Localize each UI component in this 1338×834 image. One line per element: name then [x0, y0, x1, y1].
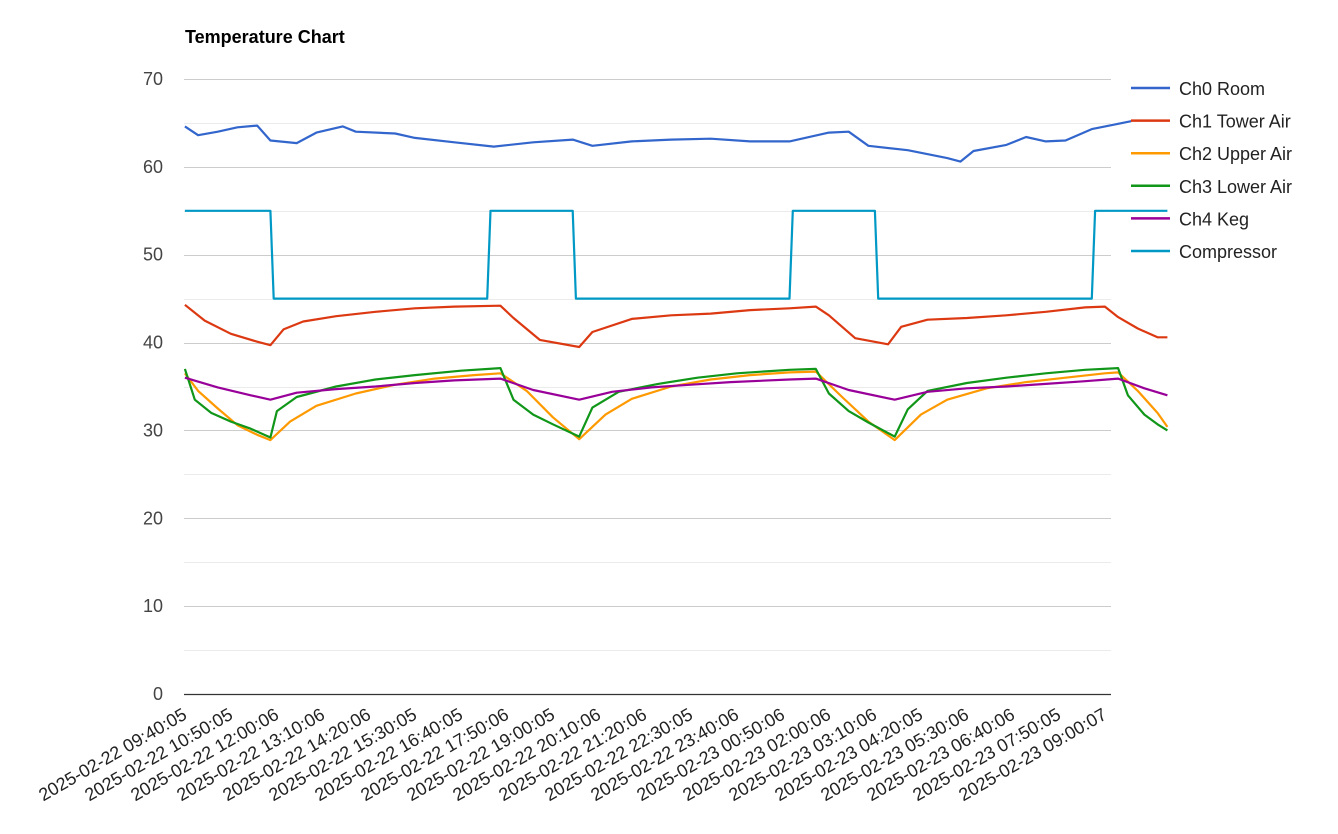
y-tick-label: 0	[153, 684, 163, 704]
legend: Ch0 Room Ch1 Tower Air Ch2 Upper Air Ch3 Lo…	[1131, 79, 1292, 262]
y-tick-label: 40	[143, 333, 163, 353]
chart-title: Temperature Chart	[185, 27, 345, 47]
series-line-ch3-lower-air	[183, 367, 1168, 439]
y-tick-label: 20	[143, 508, 163, 528]
y-tick-label: 60	[143, 157, 163, 177]
series-line-compressor	[184, 209, 1168, 300]
x-axis-ticks: 2025-02-22 09:40:052025-02-22 10:50:0520…	[35, 704, 1110, 805]
y-tick-label: 50	[143, 245, 163, 265]
legend-label: Ch0 Room	[1179, 79, 1265, 99]
y-tick-label: 30	[143, 420, 163, 440]
series-line-ch0-room	[184, 120, 1132, 163]
y-tick-label: 70	[143, 69, 163, 89]
legend-label: Ch4 Keg	[1179, 209, 1249, 229]
y-axis-ticks: 0 10 20 30 40 50 60 70	[143, 69, 163, 704]
temperature-line-chart: Temperature Chart 0 10 20 30 40 50 60 70 2025-0…	[35, 27, 1292, 805]
legend-label: Ch3 Lower Air	[1179, 177, 1292, 197]
series-lines	[183, 120, 1169, 442]
y-tick-label: 10	[143, 596, 163, 616]
legend-label: Ch1 Tower Air	[1179, 112, 1291, 132]
gridlines	[184, 79, 1111, 651]
legend-label: Ch2 Upper Air	[1179, 144, 1292, 164]
legend-label: Compressor	[1179, 242, 1277, 262]
series-line-ch1-tower-air	[184, 303, 1168, 349]
